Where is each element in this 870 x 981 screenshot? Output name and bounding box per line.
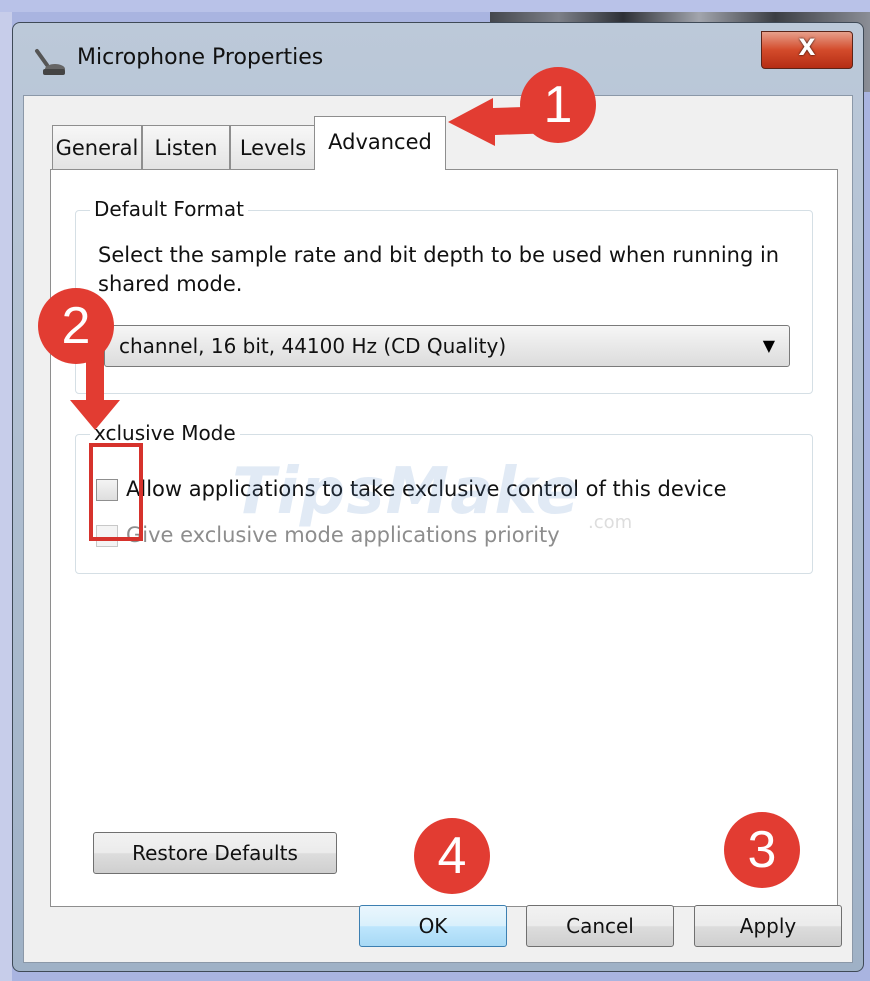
- tab-advanced[interactable]: Advanced: [314, 116, 446, 170]
- annotation-badge-3: 3: [724, 812, 800, 888]
- annotation-badge-4: 4: [414, 818, 490, 894]
- annotation-badge-1: 1: [520, 67, 596, 143]
- annotation-badge-2: 2: [38, 288, 114, 364]
